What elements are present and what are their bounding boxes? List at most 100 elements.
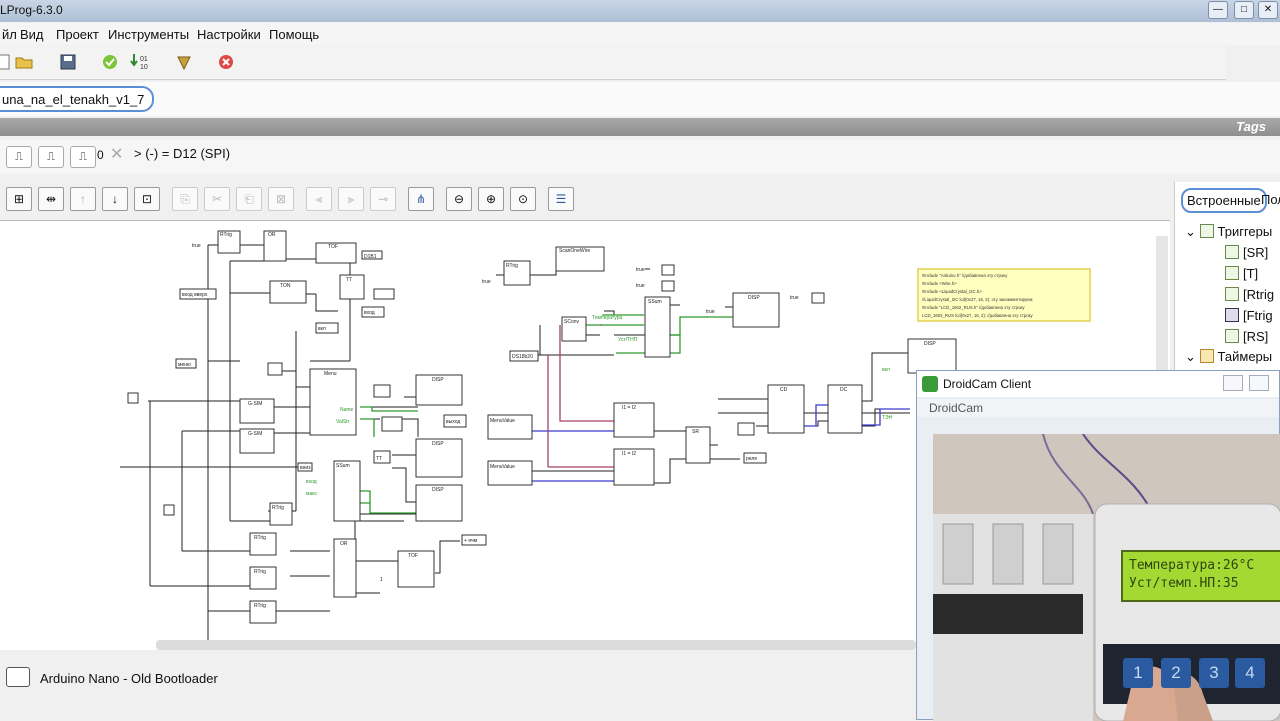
comment-line: #include <LiquidCrystal_I2C.h>	[922, 289, 982, 294]
copy-icon[interactable]: ⎘	[172, 187, 198, 211]
zoom-out-icon[interactable]: ⊖	[446, 187, 472, 211]
tree-label: [SR]	[1243, 245, 1269, 260]
save-icon[interactable]	[58, 52, 78, 72]
tree-label: [T]	[1243, 266, 1259, 281]
tab-builtin[interactable]: Встроенные	[1181, 188, 1267, 213]
menu-settings[interactable]: Настройки	[197, 27, 261, 42]
block-disp2: DISP	[432, 441, 444, 447]
tags-label[interactable]: Tags	[1236, 119, 1266, 134]
tree-item-ftrig[interactable]: [Ftrig	[1225, 308, 1273, 323]
step-icon[interactable]: ⎍	[38, 146, 64, 168]
move-up-icon[interactable]: ↑	[70, 187, 96, 211]
menu-file[interactable]: йл	[2, 27, 17, 42]
horizontal-scrollbar[interactable]	[156, 640, 916, 650]
label-plus: + ячм	[464, 538, 478, 544]
block-disp5: DISP	[924, 341, 936, 347]
editor-toolbar: ⊞ ⇹ ↑ ↓ ⊡ ⎘ ✂ ⎗ ⊠ ⫷ ⫸ ⊸ ⋔ ⊖ ⊕ ⊙ ☰	[0, 184, 1172, 214]
trigger-icon	[1225, 308, 1239, 322]
board-icon[interactable]	[6, 667, 30, 687]
label-dsb: DS18b20	[512, 354, 533, 360]
tree-label: [Ftrig	[1243, 308, 1273, 323]
insert-icon[interactable]: ⊡	[134, 187, 160, 211]
menu-project[interactable]: Проект	[56, 27, 99, 42]
align-right-icon[interactable]: ⫸	[338, 187, 364, 211]
block-or1: OR	[268, 232, 276, 238]
clear-icon[interactable]: ✕	[110, 144, 123, 164]
code-comment-box: #include "Arduino.h" //добавлена эту стр…	[917, 268, 1091, 322]
minimize-button[interactable]: —	[1208, 1, 1228, 19]
close-button[interactable]: ✕	[1258, 1, 1278, 19]
label-vhod-sb: вход вверх	[182, 292, 208, 298]
tree-group-timers[interactable]: ⌄ Таймеры	[1185, 349, 1272, 365]
comment-line: LCD_1602_RUS lcd(0x27, 16, 2); //добавле…	[922, 313, 1034, 318]
block-rtrig4: RTrig	[254, 569, 266, 575]
check-icon[interactable]	[100, 52, 120, 72]
tree-item-t[interactable]: [T]	[1225, 266, 1258, 281]
droidcam-menu-item[interactable]: DroidCam	[929, 401, 983, 415]
menu-view[interactable]: Вид	[20, 27, 44, 42]
label-low: вниз	[300, 465, 311, 471]
add-block-icon[interactable]: ⊞	[6, 187, 32, 211]
menu-tools[interactable]: Инструменты	[108, 27, 189, 42]
droidcam-window[interactable]: DroidCam Client DroidCam Температура:26°…	[916, 370, 1280, 721]
tree-group-triggers[interactable]: ⌄ Триггеры	[1185, 224, 1272, 240]
lcd-line-1: Температура:26°C	[1129, 558, 1255, 573]
label-true: true	[482, 279, 491, 285]
droidcam-title-bar[interactable]: DroidCam Client	[917, 371, 1279, 397]
menu-help[interactable]: Помощь	[269, 27, 319, 42]
move-down-icon[interactable]: ↓	[102, 187, 128, 211]
board-name[interactable]: Arduino Nano - Old Bootloader	[40, 671, 218, 686]
debug-icon[interactable]	[174, 52, 194, 72]
status-bar: Arduino Nano - Old Bootloader	[0, 664, 916, 692]
block-gsim2: G-SIM	[248, 431, 262, 437]
library-panel: Встроенные Пол ⌄ Триггеры [SR] [T] [Rtri…	[1174, 182, 1280, 372]
block-rtrig3: RTrig	[254, 535, 266, 541]
hourglass-icon	[1199, 349, 1214, 363]
cut-icon[interactable]: ✂	[204, 187, 230, 211]
svg-text:01: 01	[140, 56, 148, 63]
step-icon[interactable]: ⎍	[70, 146, 96, 168]
keypad-key-2: 2	[1161, 658, 1191, 688]
list-icon[interactable]: ☰	[548, 187, 574, 211]
chevron-down-icon: ⌄	[1185, 349, 1196, 364]
tree-item-sr[interactable]: [SR]	[1225, 245, 1268, 260]
droidcam-minimize-button[interactable]	[1223, 375, 1243, 391]
tree-label: [RS]	[1243, 329, 1269, 344]
droidcam-maximize-button[interactable]	[1249, 375, 1269, 391]
stop-icon[interactable]	[216, 52, 236, 72]
label-true: true	[790, 295, 799, 301]
block-gsim1: G-SIM	[248, 401, 262, 407]
trigger-icon	[1225, 287, 1239, 301]
project-tab[interactable]: una_na_el_tenakh_v1_7	[0, 86, 155, 112]
zoom-fit-icon[interactable]: ⊙	[510, 187, 536, 211]
block-tt2: TT	[376, 456, 382, 462]
new-file-icon[interactable]	[0, 52, 14, 72]
compile-upload-icon[interactable]: 01 10	[130, 52, 150, 72]
chevron-down-icon: ⌄	[1185, 224, 1196, 239]
open-folder-icon[interactable]	[14, 52, 34, 72]
step-icon[interactable]: ⎍	[6, 146, 32, 168]
zoom-in-icon[interactable]: ⊕	[478, 187, 504, 211]
pin-vhod: вход	[306, 479, 317, 485]
block-dc: DC	[840, 387, 848, 393]
keypad-key-1: 1	[1123, 658, 1153, 688]
main-toolbar: 01 10	[0, 46, 1226, 80]
tree-item-rs[interactable]: [RS]	[1225, 329, 1268, 344]
split-icon[interactable]: ⇹	[38, 187, 64, 211]
tab-other[interactable]: Пол	[1261, 192, 1280, 207]
label-menu: меню	[178, 362, 191, 368]
align-left-icon[interactable]: ⫷	[306, 187, 332, 211]
connect-icon[interactable]: ⊸	[370, 187, 396, 211]
lcd-line-2: Уст/темп.НП:35	[1129, 576, 1239, 591]
tree-icon[interactable]: ⋔	[408, 187, 434, 211]
menu-bar: йл Вид Проект Инструменты Настройки Помо…	[0, 23, 1280, 45]
delete-icon[interactable]: ⊠	[268, 187, 294, 211]
maximize-button[interactable]: □	[1234, 1, 1254, 19]
block-i2: I1 = I2	[622, 451, 636, 457]
block-tof2: TOF	[408, 553, 418, 559]
pin-name: Name	[340, 407, 354, 413]
comment-line: #include "Arduino.h" //добавлена эту стр…	[922, 273, 1008, 278]
paste-icon[interactable]: ⎗	[236, 187, 262, 211]
tree-item-rtrig[interactable]: [Rtrig	[1225, 287, 1274, 302]
formula-text: > (-) = D12 (SPI)	[134, 146, 231, 161]
